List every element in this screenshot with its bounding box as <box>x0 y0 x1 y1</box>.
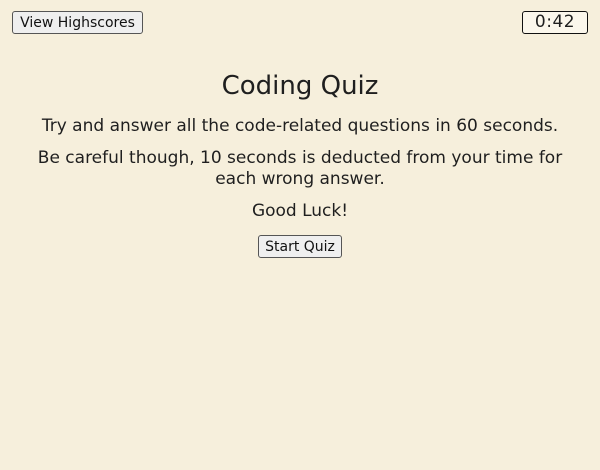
countdown-timer: 0:42 <box>522 11 588 34</box>
quiz-intro: Coding Quiz Try and answer all the code-… <box>0 68 600 258</box>
instructions-penalty: Be careful though, 10 seconds is deducte… <box>37 148 563 189</box>
instructions-time-limit: Try and answer all the code-related ques… <box>41 116 559 136</box>
page-title: Coding Quiz <box>221 71 379 101</box>
good-luck-text: Good Luck! <box>251 201 349 221</box>
view-highscores-button[interactable]: View Highscores <box>12 11 143 34</box>
start-quiz-button[interactable]: Start Quiz <box>258 235 342 258</box>
